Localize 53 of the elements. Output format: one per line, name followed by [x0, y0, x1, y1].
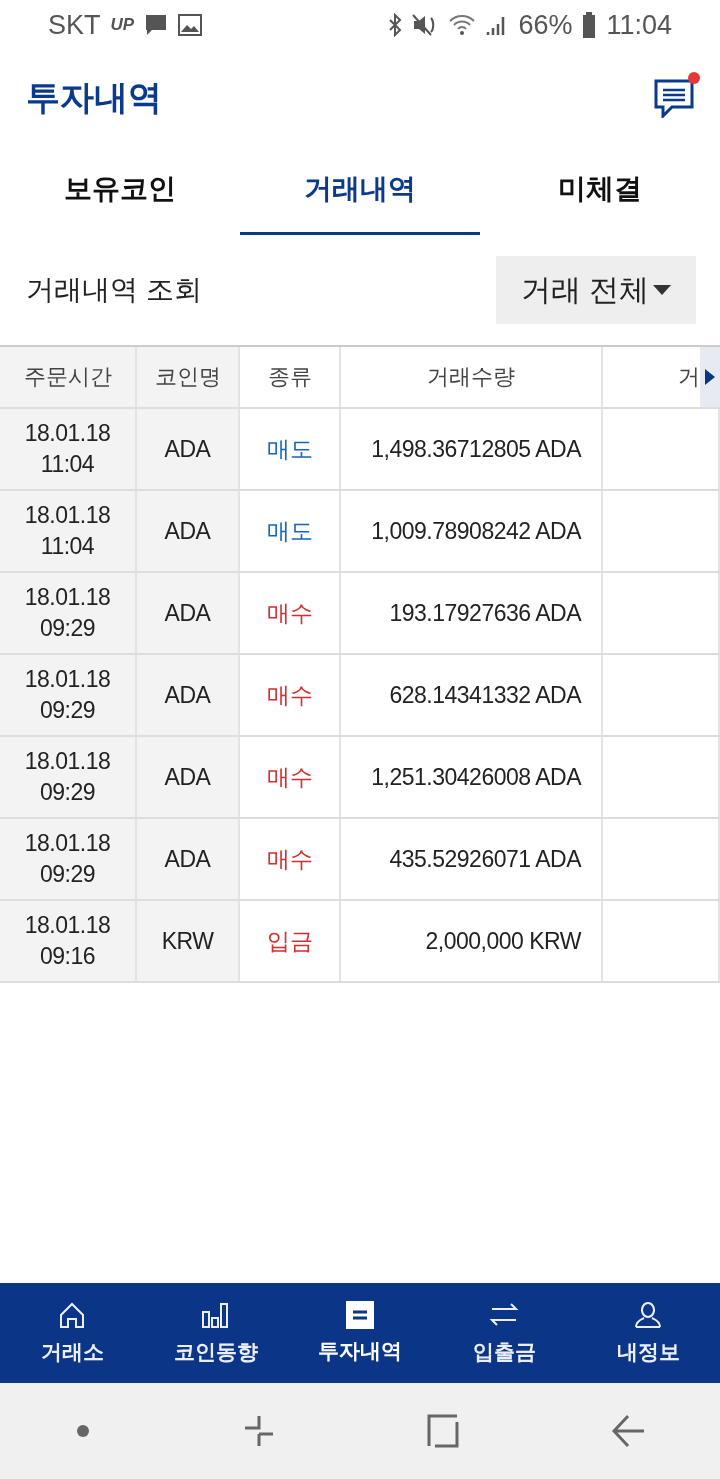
chat-icon — [654, 77, 694, 118]
nav-item[interactable]: 투자내역 — [288, 1283, 432, 1383]
time-cell: 18.01.18 09:29 — [0, 573, 137, 653]
image-icon — [178, 14, 203, 36]
carrier-label: SKT — [48, 9, 101, 41]
caret-icon — [653, 285, 672, 295]
time-cell: 18.01.18 09:16 — [0, 901, 137, 981]
recent-apps-icon[interactable] — [242, 1414, 275, 1448]
time-cell: 18.01.18 09:29 — [0, 655, 137, 735]
coin-cell: ADA — [137, 655, 240, 735]
time-cell: 18.01.18 11:04 — [0, 491, 137, 571]
bluetooth-icon — [388, 13, 403, 37]
home-icon — [57, 1300, 87, 1330]
column-header: 코인명 — [137, 347, 240, 407]
coin-cell: ADA — [137, 491, 240, 571]
document-icon — [346, 1301, 374, 1329]
trade-type: 매수 — [267, 762, 312, 792]
nav-item[interactable]: 거래소 — [0, 1283, 144, 1383]
battery-percent: 66% — [518, 9, 573, 41]
nav-item[interactable]: 입출금 — [432, 1283, 576, 1383]
coin-cell: ADA — [137, 819, 240, 899]
battery-icon — [582, 12, 597, 38]
nav-item[interactable]: 코인동향 — [144, 1283, 288, 1383]
network-type-label: UP — [110, 15, 135, 35]
user-icon — [633, 1300, 663, 1330]
wifi-icon — [448, 13, 477, 37]
trade-type: 입금 — [267, 926, 312, 956]
scroll-right-button[interactable] — [700, 347, 720, 407]
coin-cell: KRW — [137, 901, 240, 981]
coin-cell: ADA — [137, 409, 240, 489]
page-title: 투자내역 — [26, 76, 162, 118]
time-cell: 18.01.18 11:04 — [0, 409, 137, 489]
home-button-icon[interactable] — [427, 1414, 460, 1448]
right-caret-icon — [705, 369, 715, 385]
trade-type: 매수 — [267, 680, 312, 710]
trade-type: 매도 — [267, 434, 312, 464]
message-icon — [144, 13, 169, 37]
nav-item[interactable]: 내정보 — [576, 1283, 720, 1383]
filter-dropdown[interactable]: 거래 전체 — [496, 256, 696, 324]
clock: 11:04 — [606, 9, 672, 41]
time-cell: 18.01.18 09:29 — [0, 819, 137, 899]
coin-cell: ADA — [137, 573, 240, 653]
column-header: 주문시간 — [0, 347, 137, 407]
dot-icon[interactable] — [76, 1424, 91, 1438]
column-header: 거 — [678, 363, 700, 391]
back-icon[interactable] — [611, 1414, 644, 1448]
section-label: 거래내역 조회 — [26, 273, 202, 307]
trade-type: 매수 — [267, 844, 312, 874]
coin-cell: ADA — [137, 737, 240, 817]
bar-chart-icon — [201, 1300, 231, 1330]
trade-type: 매도 — [267, 516, 312, 546]
time-cell: 18.01.18 09:29 — [0, 737, 137, 817]
trade-type: 매수 — [267, 598, 312, 628]
